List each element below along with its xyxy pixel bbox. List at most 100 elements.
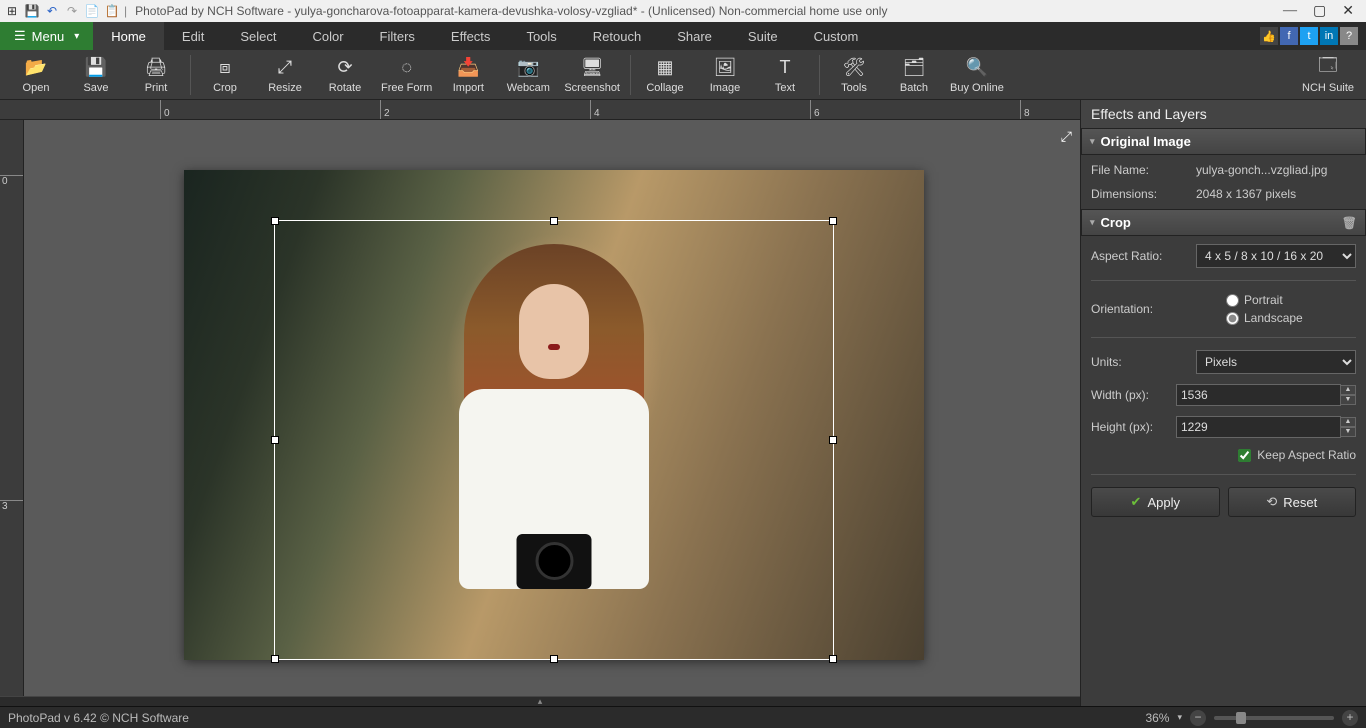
crop-handle-bl[interactable] [271, 655, 279, 663]
tab-effects[interactable]: Effects [433, 22, 509, 50]
minimize-button[interactable]: — [1283, 3, 1297, 20]
width-input[interactable] [1176, 384, 1341, 406]
close-button[interactable]: ✕ [1342, 3, 1354, 20]
tab-retouch[interactable]: Retouch [575, 22, 659, 50]
crop-button[interactable]: ⧈Crop [195, 51, 255, 99]
dimensions-value: 2048 x 1367 pixels [1196, 187, 1296, 201]
tab-filters[interactable]: Filters [362, 22, 433, 50]
save-icon[interactable]: 💾 [24, 3, 40, 19]
tab-color[interactable]: Color [294, 22, 361, 50]
section-crop-label: Crop [1101, 215, 1131, 230]
nch-suite-button[interactable]: 🗔 NCH Suite [1296, 51, 1360, 99]
facebook-icon[interactable]: f [1280, 27, 1298, 45]
canvas-image[interactable] [184, 170, 924, 660]
text-button[interactable]: TText [755, 51, 815, 99]
redo-icon[interactable]: ↷ [64, 3, 80, 19]
crop-handle-r[interactable] [829, 436, 837, 444]
width-spin-up[interactable]: ▲ [1340, 385, 1356, 395]
collage-button[interactable]: ▦Collage [635, 51, 695, 99]
rotate-icon: ⟳ [333, 56, 357, 80]
apply-button[interactable]: ✔Apply [1091, 487, 1220, 517]
section-crop[interactable]: Crop 🗑 [1081, 209, 1366, 236]
help-icon[interactable]: ? [1340, 27, 1358, 45]
social-links: 👍 f t in ? [1260, 22, 1366, 50]
crop-handle-l[interactable] [271, 436, 279, 444]
crop-handle-t[interactable] [550, 217, 558, 225]
keep-aspect-checkbox[interactable] [1238, 449, 1251, 462]
aspect-ratio-label: Aspect Ratio: [1091, 249, 1196, 263]
crop-handle-br[interactable] [829, 655, 837, 663]
resize-button[interactable]: ⤢Resize [255, 51, 315, 99]
tab-edit[interactable]: Edit [164, 22, 222, 50]
viewport[interactable]: ⤢ [24, 120, 1080, 696]
webcam-button[interactable]: 📷Webcam [498, 51, 558, 99]
crop-handle-b[interactable] [550, 655, 558, 663]
menubar: Menu HomeEditSelectColorFiltersEffectsTo… [0, 22, 1366, 50]
zoom-dropdown-icon[interactable]: ▾ [1177, 712, 1182, 723]
paste-icon[interactable]: 📋 [104, 3, 120, 19]
aspect-ratio-select[interactable]: 4 x 5 / 8 x 10 / 16 x 20 [1196, 244, 1356, 268]
qat-separator: | [124, 4, 127, 18]
crop-icon: ⧈ [213, 56, 237, 80]
panel-title: Effects and Layers [1081, 100, 1366, 128]
screenshot-button[interactable]: 🖥Screenshot [558, 51, 626, 99]
reset-button[interactable]: ⟲Reset [1228, 487, 1357, 517]
new-icon[interactable]: 📄 [84, 3, 100, 19]
orientation-landscape[interactable]: Landscape [1226, 311, 1331, 325]
save-icon: 💾 [84, 56, 108, 80]
toolbar-separator [819, 55, 820, 95]
units-select[interactable]: Pixels [1196, 350, 1356, 374]
twitter-icon[interactable]: t [1300, 27, 1318, 45]
window-title: PhotoPad by NCH Software - yulya-gonchar… [135, 4, 1283, 18]
crop-handle-tl[interactable] [271, 217, 279, 225]
width-spin-down[interactable]: ▼ [1340, 395, 1356, 405]
print-button[interactable]: 🖨Print [126, 51, 186, 99]
free-form-button[interactable]: ◌Free Form [375, 51, 438, 99]
batch-icon: 🗂 [902, 56, 926, 80]
tools-button[interactable]: 🛠Tools [824, 51, 884, 99]
menu-button[interactable]: Menu [0, 22, 93, 50]
tab-home[interactable]: Home [93, 22, 164, 50]
tab-select[interactable]: Select [222, 22, 294, 50]
filename-label: File Name: [1091, 163, 1196, 177]
tab-custom[interactable]: Custom [796, 22, 877, 50]
import-button[interactable]: 📥Import [438, 51, 498, 99]
height-spin-down[interactable]: ▼ [1340, 427, 1356, 437]
linkedin-icon[interactable]: in [1320, 27, 1338, 45]
print-icon: 🖨 [144, 56, 168, 80]
height-input[interactable] [1176, 416, 1341, 438]
buy-online-button[interactable]: 🔍Buy Online [944, 51, 1010, 99]
dimensions-label: Dimensions: [1091, 187, 1196, 201]
crop-rectangle[interactable] [274, 220, 834, 660]
rotate-button[interactable]: ⟳Rotate [315, 51, 375, 99]
fullscreen-icon[interactable]: ⤢ [1061, 128, 1072, 145]
delete-icon[interactable]: 🗑 [1342, 216, 1357, 230]
tab-suite[interactable]: Suite [730, 22, 796, 50]
tab-tools[interactable]: Tools [508, 22, 574, 50]
tab-share[interactable]: Share [659, 22, 730, 50]
save-button[interactable]: 💾Save [66, 51, 126, 99]
canvas-area: 02468 03 ⤢ [0, 100, 1080, 706]
like-icon[interactable]: 👍 [1260, 27, 1278, 45]
undo-icon[interactable]: ↶ [44, 3, 60, 19]
height-spin-up[interactable]: ▲ [1340, 417, 1356, 427]
orientation-portrait[interactable]: Portrait [1226, 293, 1331, 307]
zoom-out-button[interactable]: − [1190, 710, 1206, 726]
check-icon: ✔ [1131, 494, 1142, 510]
titlebar: ⊞ 💾 ↶ ↷ 📄 📋 | PhotoPad by NCH Software -… [0, 0, 1366, 22]
ribbon-toolbar: 📂Open💾Save🖨Print⧈Crop⤢Resize⟳Rotate◌Free… [0, 50, 1366, 100]
open-button[interactable]: 📂Open [6, 51, 66, 99]
free-form-icon: ◌ [395, 56, 419, 80]
crop-handle-tr[interactable] [829, 217, 837, 225]
toolbar-separator [190, 55, 191, 95]
batch-button[interactable]: 🗂Batch [884, 51, 944, 99]
panel-collapse-handle[interactable] [0, 696, 1080, 706]
ruler-vertical: 03 [0, 120, 24, 696]
image-button[interactable]: 🖼Image [695, 51, 755, 99]
zoom-slider[interactable] [1214, 716, 1334, 720]
maximize-button[interactable]: ▢ [1313, 3, 1326, 20]
text-icon: T [773, 56, 797, 80]
zoom-in-button[interactable]: + [1342, 710, 1358, 726]
section-original-image[interactable]: Original Image [1081, 128, 1366, 155]
units-label: Units: [1091, 355, 1196, 369]
